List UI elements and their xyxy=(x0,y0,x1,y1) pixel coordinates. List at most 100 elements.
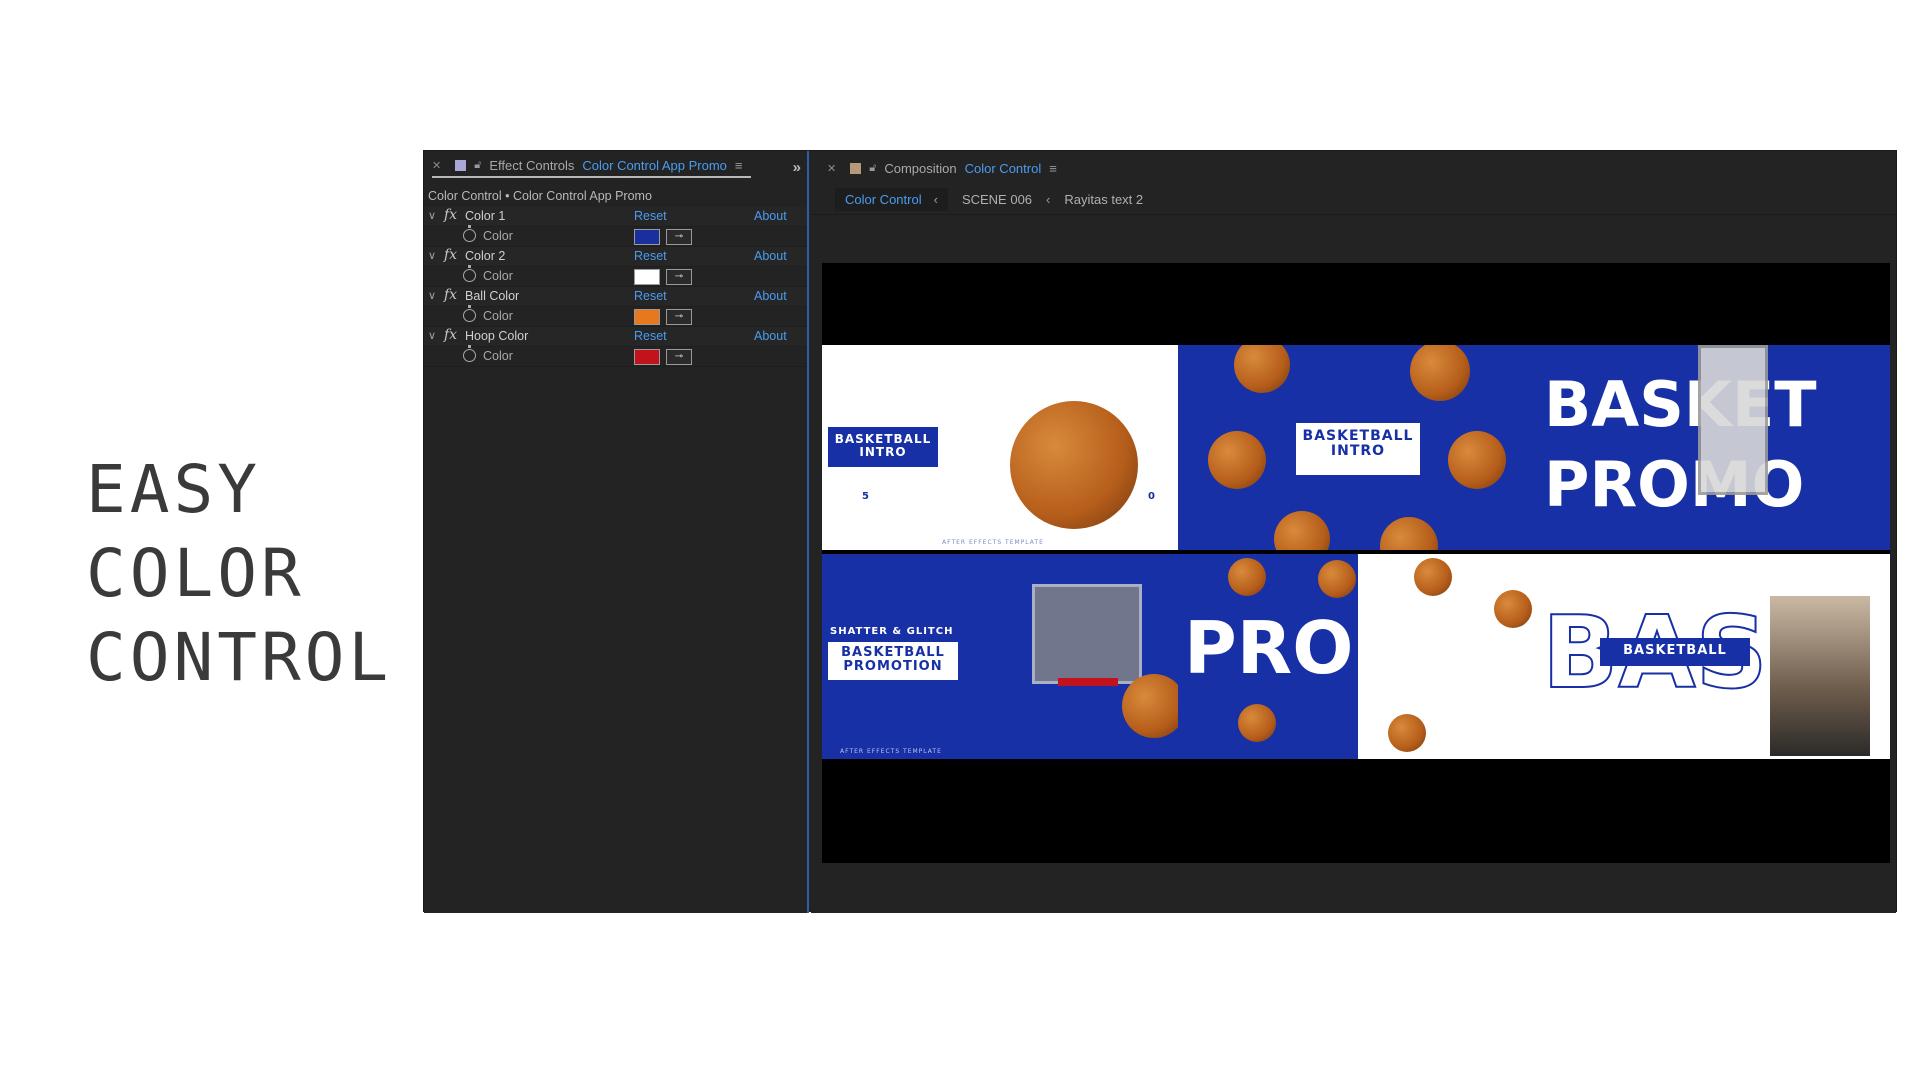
eyedropper-icon[interactable]: ⊸ xyxy=(666,269,692,285)
about-button[interactable]: About xyxy=(754,249,787,263)
headline-line-3: CONTROL xyxy=(86,619,393,696)
basketball-image xyxy=(1318,560,1356,598)
tab-layer-name[interactable]: Color Control App Promo xyxy=(582,158,727,173)
effect-row-color-2[interactable]: ∨ fx Color 2 Reset About xyxy=(424,247,807,267)
property-label: Color xyxy=(483,349,513,363)
backboard-image xyxy=(1698,345,1768,495)
basketball-image xyxy=(1208,431,1266,489)
color-swatch[interactable] xyxy=(634,269,660,285)
fx-icon[interactable]: fx xyxy=(444,327,457,343)
basketball-image xyxy=(1274,511,1330,550)
close-icon[interactable]: ✕ xyxy=(827,162,836,175)
effect-row-hoop-color[interactable]: ∨ fx Hoop Color Reset About xyxy=(424,327,807,347)
breadcrumb-item-color-control[interactable]: Color Control ‹ xyxy=(835,188,948,211)
headline-line-2: COLOR xyxy=(86,535,305,612)
stopwatch-icon[interactable] xyxy=(463,345,476,362)
stopwatch-icon[interactable] xyxy=(463,265,476,282)
property-label: Color xyxy=(483,269,513,283)
player-photo xyxy=(1770,596,1870,756)
fx-icon[interactable]: fx xyxy=(444,247,457,263)
tab-title: Effect Controls xyxy=(489,158,575,173)
preview-tile-promo: PROMO xyxy=(1178,554,1534,759)
lock-icon[interactable]: 🔓︎ xyxy=(869,162,876,175)
about-button[interactable]: About xyxy=(754,329,787,343)
lock-icon[interactable]: 🔓︎ xyxy=(474,159,481,172)
breadcrumb: Color Control ‹ SCENE 006 ‹ Rayitas text… xyxy=(811,185,1896,215)
chevron-down-icon[interactable]: ∨ xyxy=(428,209,436,222)
effect-name: Color 1 xyxy=(465,209,506,223)
close-icon[interactable]: ✕ xyxy=(432,159,441,172)
reset-button[interactable]: Reset xyxy=(634,249,667,263)
eyedropper-icon[interactable]: ⊸ xyxy=(666,309,692,325)
corner-number: 0 xyxy=(1148,491,1155,502)
preview-tile-shatter-glitch: SHATTER & GLITCH BASKETBALL PROMOTION AF… xyxy=(822,554,1178,759)
shatter-glitch-text: SHATTER & GLITCH xyxy=(830,626,954,637)
effect-row-ball-color[interactable]: ∨ fx Ball Color Reset About xyxy=(424,287,807,307)
color-swatch[interactable] xyxy=(634,309,660,325)
effect-controls-panel: ✕ 🔓︎ Effect Controls Color Control App P… xyxy=(424,151,809,913)
fx-icon[interactable]: fx xyxy=(444,207,457,223)
color-swatch[interactable] xyxy=(634,349,660,365)
preview-tile-basketball-player: BAS BASKETBALL xyxy=(1534,554,1890,759)
chevron-down-icon[interactable]: ∨ xyxy=(428,249,436,262)
property-label: Color xyxy=(483,309,513,323)
reset-button[interactable]: Reset xyxy=(634,289,667,303)
reset-button[interactable]: Reset xyxy=(634,209,667,223)
panel-menu-icon[interactable]: ≡ xyxy=(1049,161,1057,176)
eyedropper-icon[interactable]: ⊸ xyxy=(666,349,692,365)
basketball-image xyxy=(1122,674,1178,738)
chevron-left-icon: ‹ xyxy=(933,192,938,207)
chevron-double-right-icon[interactable]: » xyxy=(793,159,801,176)
breadcrumb-item-scene-006[interactable]: SCENE 006 xyxy=(962,192,1032,207)
template-note: AFTER EFFECTS TEMPLATE xyxy=(840,748,942,755)
basketball-image xyxy=(1388,714,1426,752)
headline: EASY COLOR CONTROL xyxy=(86,448,392,700)
panel-menu-icon[interactable]: ≡ xyxy=(735,158,743,173)
property-row-ball-color: Color ⊸ xyxy=(424,305,807,327)
preview-grid: BASKETBALL INTRO 5 0 AFTER EFFECTS TEMPL… xyxy=(822,345,1890,759)
stopwatch-icon[interactable] xyxy=(463,305,476,322)
corner-number: 5 xyxy=(862,491,869,502)
about-button[interactable]: About xyxy=(754,209,787,223)
preview-tile-intro-white: BASKETBALL INTRO 5 0 AFTER EFFECTS TEMPL… xyxy=(822,345,1178,550)
fx-icon[interactable]: fx xyxy=(444,287,457,303)
composition-tab[interactable]: ✕ 🔓︎ Composition Color Control ≡ xyxy=(811,151,1896,185)
chevron-down-icon[interactable]: ∨ xyxy=(428,289,436,302)
basketball-image xyxy=(1448,431,1506,489)
chevron-down-icon[interactable]: ∨ xyxy=(428,329,436,342)
color-swatch[interactable] xyxy=(634,229,660,245)
basketball-intro-label: BASKETBALL INTRO xyxy=(1296,423,1420,475)
breadcrumb-item-rayitas-text-2[interactable]: Rayitas text 2 xyxy=(1064,192,1143,207)
composition-tab-name[interactable]: Color Control xyxy=(965,161,1042,176)
basketball-image xyxy=(1414,558,1452,596)
basketball-image xyxy=(1228,558,1266,596)
preview-tile-basket-promo: BASKET PROMO xyxy=(1534,345,1890,550)
effect-row-color-1[interactable]: ∨ fx Color 1 Reset About xyxy=(424,207,807,227)
basketball-image xyxy=(1494,590,1532,628)
property-row-hoop-color: Color ⊸ xyxy=(424,345,807,367)
effect-name: Hoop Color xyxy=(465,329,529,343)
composition-tab-title: Composition xyxy=(884,160,957,176)
basketball-intro-label: BASKETBALL INTRO xyxy=(828,427,938,467)
basketball-image xyxy=(1238,704,1276,742)
template-note: AFTER EFFECTS TEMPLATE xyxy=(942,539,1044,546)
about-button[interactable]: About xyxy=(754,289,787,303)
basketball-image xyxy=(1010,401,1138,529)
effect-controls-tab-bar: ✕ 🔓︎ Effect Controls Color Control App P… xyxy=(424,151,807,185)
reset-button[interactable]: Reset xyxy=(634,329,667,343)
basket-text: BASKET xyxy=(1544,368,1817,441)
composition-panel: ✕ 🔓︎ Composition Color Control ≡ Color C… xyxy=(811,151,1896,913)
backboard-image xyxy=(1032,584,1142,684)
preview-tile-intro-blue: BASKETBALL INTRO xyxy=(1178,345,1534,550)
composition-viewer[interactable]: BASKETBALL INTRO 5 0 AFTER EFFECTS TEMPL… xyxy=(822,263,1890,863)
stopwatch-icon[interactable] xyxy=(463,225,476,242)
property-row-color-2: Color ⊸ xyxy=(424,265,807,287)
basketball-label: BASKETBALL xyxy=(1600,638,1750,666)
effect-name: Color 2 xyxy=(465,249,506,263)
label-color-icon xyxy=(850,162,862,174)
chevron-left-icon: ‹ xyxy=(1046,192,1051,207)
label-color-icon xyxy=(455,160,467,171)
eyedropper-icon[interactable]: ⊸ xyxy=(666,229,692,245)
basketball-image xyxy=(1234,345,1290,393)
effect-controls-tab[interactable]: ✕ 🔓︎ Effect Controls Color Control App P… xyxy=(432,158,751,178)
